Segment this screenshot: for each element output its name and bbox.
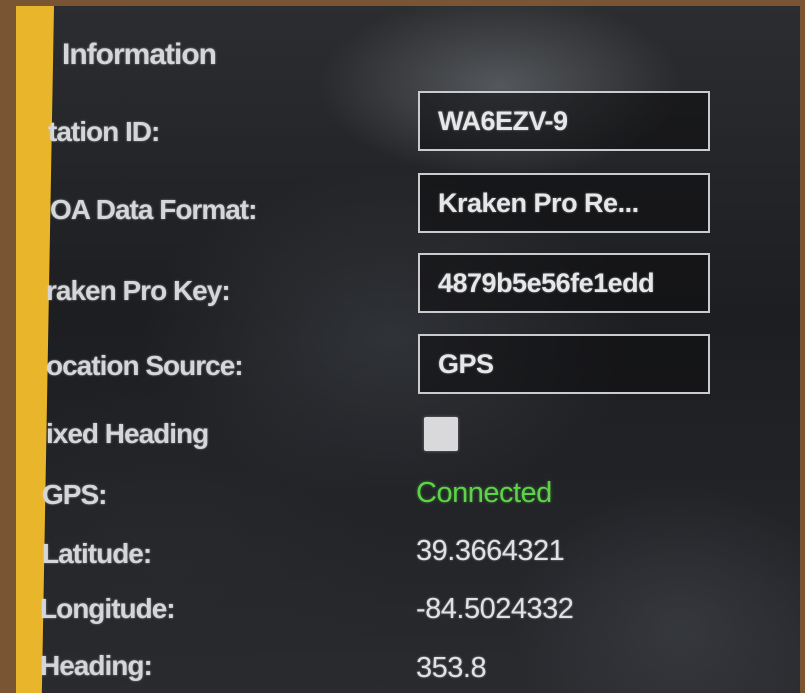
kraken-pro-key-label: raken Pro Key: [46, 275, 231, 306]
gps-status-value: Connected [416, 477, 552, 509]
latitude-label: Latitude: [42, 538, 152, 569]
gps-label: GPS: [42, 479, 107, 510]
longitude-label: Longitude: [40, 593, 176, 624]
heading-label: Heading: [40, 650, 153, 681]
kraken-pro-key-value: 4879b5e56fe1edd [438, 268, 655, 298]
section-title: Information [62, 38, 217, 71]
doa-data-format-label: OA Data Format: [50, 194, 257, 225]
photo-frame: Information tation ID: WA6EZV-9 OA Data … [0, 0, 805, 693]
station-id-label: tation ID: [48, 116, 160, 147]
fixed-heading-checkbox[interactable] [424, 417, 458, 451]
station-id-input[interactable]: WA6EZV-9 [418, 91, 710, 151]
station-id-value: WA6EZV-9 [438, 106, 568, 136]
location-source-label: ocation Source: [46, 350, 244, 381]
fixed-heading-label: ixed Heading [46, 418, 209, 449]
location-source-select[interactable]: GPS [418, 334, 710, 394]
doa-data-format-select[interactable]: Kraken Pro Re... [418, 173, 710, 233]
location-source-value: GPS [438, 349, 494, 379]
doa-data-format-value: Kraken Pro Re... [438, 188, 639, 218]
kraken-pro-key-input[interactable]: 4879b5e56fe1edd [418, 253, 710, 313]
heading-value: 353.8 [416, 652, 487, 684]
latitude-value: 39.3664321 [416, 535, 565, 567]
longitude-value: -84.5024332 [416, 593, 574, 625]
